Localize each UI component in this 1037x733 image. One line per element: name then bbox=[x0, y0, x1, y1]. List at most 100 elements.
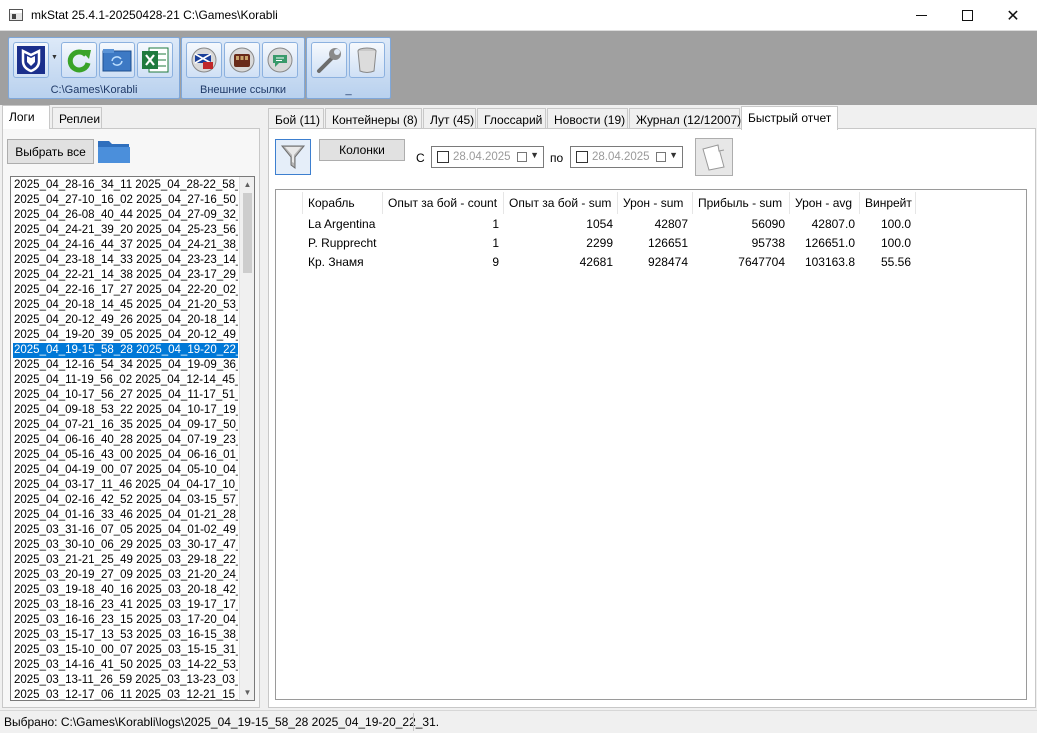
dropdown-icon[interactable]: ▼ bbox=[669, 150, 678, 160]
log-file-item[interactable]: 2025_04_05-16_43_00 2025_04_06-16_01_27 bbox=[13, 448, 238, 463]
log-file-item[interactable]: 2025_04_28-16_34_11 2025_04_28-22_58_49 bbox=[13, 178, 238, 193]
log-file-item[interactable]: 2025_04_12-16_54_34 2025_04_19-09_36_34 bbox=[13, 358, 238, 373]
link-button-3[interactable] bbox=[262, 42, 298, 78]
link-button-1[interactable] bbox=[186, 42, 222, 78]
log-file-item[interactable]: 2025_04_10-17_56_27 2025_04_11-17_51_50 bbox=[13, 388, 238, 403]
log-file-item[interactable]: 2025_03_20-19_27_09 2025_03_21-20_24_48 bbox=[13, 568, 238, 583]
date-from-label: С bbox=[416, 151, 425, 165]
file-list-scrollbar[interactable]: ▲ ▼ bbox=[239, 177, 254, 700]
log-file-item[interactable]: 2025_04_19-15_58_28 2025_04_19-20_22_31 bbox=[13, 343, 238, 358]
copy-report-button[interactable] bbox=[695, 138, 733, 176]
report-tab[interactable]: Бой (11) bbox=[268, 108, 324, 130]
flag-link-icon bbox=[191, 47, 217, 73]
scroll-thumb[interactable] bbox=[243, 193, 252, 273]
filter-button[interactable] bbox=[275, 139, 311, 175]
scroll-up-icon[interactable]: ▲ bbox=[240, 177, 254, 192]
log-file-item[interactable]: 2025_04_24-16_44_37 2025_04_24-21_38_17 bbox=[13, 238, 238, 253]
link-button-2[interactable] bbox=[224, 42, 260, 78]
maximize-button[interactable] bbox=[944, 0, 990, 31]
log-file-item[interactable]: 2025_04_20-12_49_26 2025_04_20-18_14_41 bbox=[13, 313, 238, 328]
tab-logs[interactable]: Логи bbox=[2, 105, 50, 129]
toolbar-group-game: ▼ C:\Games\Korabli bbox=[8, 37, 180, 99]
close-icon: ✕ bbox=[1006, 7, 1020, 25]
table-cell: 126651 bbox=[647, 236, 688, 250]
tab-replays[interactable]: Реплеи bbox=[52, 107, 102, 129]
status-text: Выбрано: C:\Games\Korabli\logs\2025_04_1… bbox=[4, 715, 440, 729]
close-button[interactable]: ✕ bbox=[990, 0, 1036, 31]
table-cell: 55.56 bbox=[880, 255, 911, 269]
excel-export-button[interactable] bbox=[137, 42, 173, 78]
log-file-item[interactable]: 2025_04_07-21_16_35 2025_04_09-17_50_45 bbox=[13, 418, 238, 433]
table-cell: 2299 bbox=[586, 236, 613, 250]
log-file-item[interactable]: 2025_03_16-16_23_15 2025_03_17-20_04_04 bbox=[13, 613, 238, 628]
date-to-value: 28.04.2025 bbox=[592, 151, 650, 163]
log-file-item[interactable]: 2025_04_20-18_14_45 2025_04_21-20_53_08 bbox=[13, 298, 238, 313]
table-cell: 928474 bbox=[647, 255, 688, 269]
log-file-item[interactable]: 2025_04_02-16_42_52 2025_04_03-15_57_18 bbox=[13, 493, 238, 508]
log-file-item[interactable]: 2025_03_13-11_26_59 2025_03_13-23_03_47 bbox=[13, 673, 238, 688]
refresh-button[interactable] bbox=[61, 42, 97, 78]
column-header[interactable]: Урон - sum bbox=[618, 192, 693, 214]
report-tab[interactable]: Глоссарий bbox=[477, 108, 546, 130]
log-file-item[interactable]: 2025_04_22-16_17_27 2025_04_22-20_02_50 bbox=[13, 283, 238, 298]
log-file-item[interactable]: 2025_04_01-16_33_46 2025_04_01-21_28_25 bbox=[13, 508, 238, 523]
column-header[interactable]: Прибыль - sum bbox=[693, 192, 790, 214]
row-header-corner bbox=[278, 192, 303, 214]
log-file-item[interactable]: 2025_03_15-17_13_53 2025_03_16-15_38_28 bbox=[13, 628, 238, 643]
table-cell: 9 bbox=[492, 255, 499, 269]
refresh-icon bbox=[67, 49, 91, 73]
scroll-down-icon[interactable]: ▼ bbox=[240, 685, 254, 700]
log-file-item[interactable]: 2025_03_18-16_23_41 2025_03_19-17_17_51 bbox=[13, 598, 238, 613]
trash-button[interactable] bbox=[349, 42, 385, 78]
log-file-item[interactable]: 2025_03_30-10_06_29 2025_03_30-17_47_57 bbox=[13, 538, 238, 553]
log-file-item[interactable]: 2025_04_23-18_14_33 2025_04_23-23_14_58 bbox=[13, 253, 238, 268]
excel-icon bbox=[142, 47, 169, 73]
dropdown-icon[interactable]: ▼ bbox=[530, 150, 539, 160]
log-file-item[interactable]: 2025_04_04-19_00_07 2025_04_05-10_04_40 bbox=[13, 463, 238, 478]
log-file-item[interactable]: 2025_04_03-17_11_46 2025_04_04-17_10_22 bbox=[13, 478, 238, 493]
log-file-item[interactable]: 2025_03_15-10_00_07 2025_03_15-15_31_28 bbox=[13, 643, 238, 658]
log-file-item[interactable]: 2025_04_09-18_53_22 2025_04_10-17_19_51 bbox=[13, 403, 238, 418]
date-from-picker[interactable]: 28.04.2025 ▼ bbox=[431, 146, 544, 168]
date-from-checkbox[interactable] bbox=[437, 151, 449, 163]
open-folder-button[interactable] bbox=[97, 137, 131, 165]
log-file-item[interactable]: 2025_03_14-16_41_50 2025_03_14-22_53_47 bbox=[13, 658, 238, 673]
log-file-item[interactable]: 2025_04_26-08_40_44 2025_04_27-09_32_32 bbox=[13, 208, 238, 223]
select-all-button[interactable]: Выбрать все bbox=[7, 139, 94, 164]
log-file-item[interactable]: 2025_04_06-16_40_28 2025_04_07-19_23_37 bbox=[13, 433, 238, 448]
log-file-item[interactable]: 2025_04_19-20_39_05 2025_04_20-12_49_21 bbox=[13, 328, 238, 343]
column-header[interactable]: Опыт за бой - sum bbox=[504, 192, 618, 214]
column-header[interactable]: Корабль bbox=[303, 192, 383, 214]
report-table[interactable]: Корабль Опыт за бой - count Опыт за бой - … bbox=[275, 189, 1027, 700]
log-file-item[interactable]: 2025_03_21-21_25_49 2025_03_29-18_22_00 bbox=[13, 553, 238, 568]
date-to-picker[interactable]: 28.04.2025 ▼ bbox=[570, 146, 683, 168]
maximize-icon bbox=[961, 10, 973, 21]
report-tab[interactable]: Лут (45) bbox=[423, 108, 476, 130]
game-logo-button[interactable] bbox=[13, 42, 49, 78]
ship-link-icon bbox=[229, 47, 255, 73]
dropdown-arrow-icon[interactable]: ▼ bbox=[51, 54, 58, 61]
calendar-icon bbox=[517, 152, 527, 162]
report-tab[interactable]: Новости (19) bbox=[547, 108, 628, 130]
minimize-button[interactable] bbox=[898, 0, 944, 31]
log-file-item[interactable]: 2025_03_12-17_06_11 2025_03_12-21_15_47 bbox=[13, 688, 238, 700]
report-tab[interactable]: Быстрый отчет bbox=[741, 106, 838, 130]
columns-button[interactable]: Колонки bbox=[319, 139, 405, 161]
date-to-label: по bbox=[550, 151, 564, 165]
date-to-checkbox[interactable] bbox=[576, 151, 588, 163]
folder-sync-button[interactable] bbox=[99, 42, 135, 78]
log-file-item[interactable]: 2025_04_11-19_56_02 2025_04_12-14_45_08 bbox=[13, 373, 238, 388]
column-header[interactable]: Винрейт bbox=[860, 192, 916, 214]
report-tab[interactable]: Контейнеры (8) bbox=[325, 108, 422, 130]
log-file-item[interactable]: 2025_04_22-21_14_38 2025_04_23-17_29_45 bbox=[13, 268, 238, 283]
column-header[interactable]: Урон - avg bbox=[790, 192, 860, 214]
log-file-item[interactable]: 2025_04_24-21_39_20 2025_04_25-23_56_38 bbox=[13, 223, 238, 238]
report-tab[interactable]: Журнал (12/12007) bbox=[629, 108, 741, 130]
log-file-item[interactable]: 2025_03_31-16_07_05 2025_04_01-02_49_41 bbox=[13, 523, 238, 538]
log-file-list[interactable]: 2025_03_12-17_06_11 2025_03_12-21_15_47 2… bbox=[10, 176, 255, 701]
log-file-item[interactable]: 2025_03_19-18_40_16 2025_03_20-18_42_23 bbox=[13, 583, 238, 598]
settings-button[interactable] bbox=[311, 42, 347, 78]
log-file-item[interactable]: 2025_04_27-10_16_02 2025_04_27-16_50_29 bbox=[13, 193, 238, 208]
table-cell: 126651.0 bbox=[804, 236, 855, 250]
column-header[interactable]: Опыт за бой - count bbox=[383, 192, 504, 214]
